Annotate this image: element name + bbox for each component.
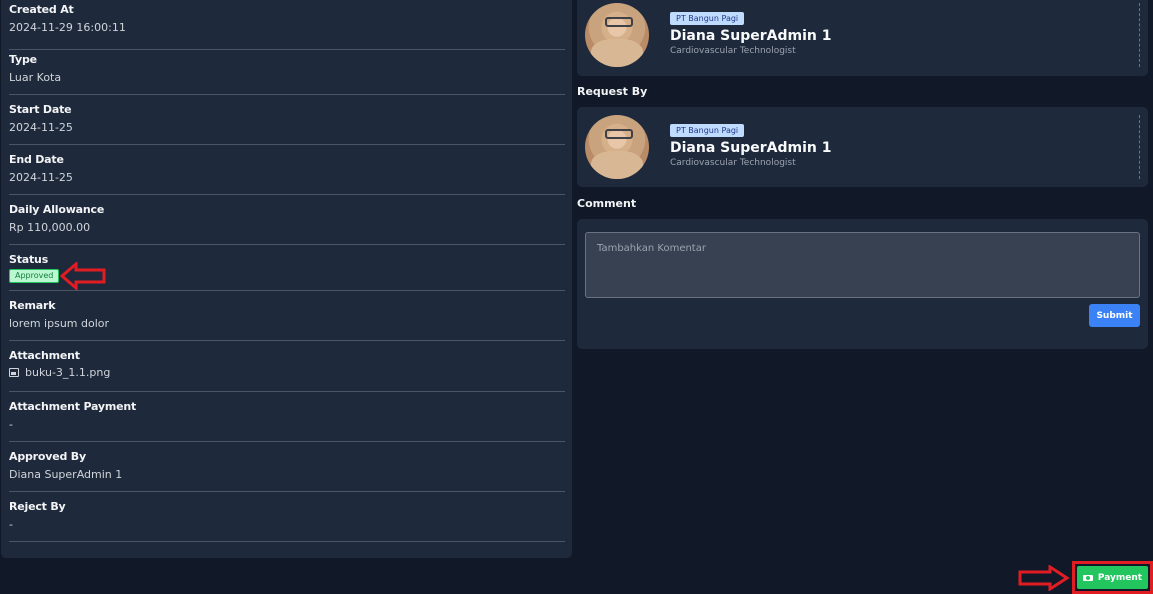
payment-button-label: Payment xyxy=(1097,572,1143,583)
field-value: - xyxy=(9,418,13,431)
field-label: Reject By xyxy=(9,500,66,513)
attachment-link[interactable]: buku-3_1.1.png xyxy=(9,366,110,379)
field-daily-allowance: Daily Allowance Rp 110,000.00 xyxy=(9,195,565,245)
field-label: Created At xyxy=(9,3,74,16)
field-attachment-payment: Attachment Payment - xyxy=(9,392,565,442)
avatar xyxy=(585,115,649,179)
field-end-date: End Date 2024-11-25 xyxy=(9,145,565,195)
field-value: Diana SuperAdmin 1 xyxy=(9,468,123,481)
comment-input[interactable] xyxy=(585,232,1140,298)
field-approved-by: Approved By Diana SuperAdmin 1 xyxy=(9,442,565,492)
field-start-date: Start Date 2024-11-25 xyxy=(9,95,565,145)
company-badge: PT Bangun Pagi xyxy=(670,124,745,137)
field-value: Luar Kota xyxy=(9,71,62,84)
attachment-filename[interactable]: buku-3_1.1.png xyxy=(25,366,110,379)
field-value: - xyxy=(9,518,13,531)
field-label: Approved By xyxy=(9,450,86,463)
field-reject-by: Reject By - xyxy=(9,492,565,542)
payment-button[interactable]: Payment xyxy=(1077,566,1148,589)
person-role: Cardiovascular Technologist xyxy=(670,46,796,56)
field-attachment: Attachment buku-3_1.1.png xyxy=(9,341,565,392)
person-name: Diana SuperAdmin 1 xyxy=(670,28,832,44)
request-by-title: Request By xyxy=(577,85,648,98)
field-label: End Date xyxy=(9,153,64,166)
field-type: Type Luar Kota xyxy=(9,45,565,95)
field-value: 2024-11-29 16:00:11 xyxy=(9,21,126,34)
field-label: Remark xyxy=(9,299,56,312)
field-label: Status xyxy=(9,253,49,266)
company-badge: PT Bangun Pagi xyxy=(670,12,745,25)
field-label: Attachment Payment xyxy=(9,400,137,413)
field-value: 2024-11-25 xyxy=(9,121,73,134)
request-by-card: PT Bangun Pagi Diana SuperAdmin 1 Cardio… xyxy=(577,107,1148,187)
field-value: 2024-11-25 xyxy=(9,171,73,184)
divider xyxy=(1139,115,1140,179)
person-name: Diana SuperAdmin 1 xyxy=(670,140,832,156)
cash-icon xyxy=(1082,574,1093,581)
field-value: lorem ipsum dolor xyxy=(9,317,110,330)
avatar xyxy=(585,3,649,67)
person-role: Cardiovascular Technologist xyxy=(670,158,796,168)
submit-button[interactable]: Submit xyxy=(1089,304,1140,327)
field-label: Attachment xyxy=(9,349,80,362)
field-label: Start Date xyxy=(9,103,72,116)
employee-card: PT Bangun Pagi Diana SuperAdmin 1 Cardio… xyxy=(577,0,1148,76)
field-value: Rp 110,000.00 xyxy=(9,221,91,234)
annotation-arrow-icon xyxy=(60,262,106,290)
image-file-icon xyxy=(9,368,19,377)
comment-title: Comment xyxy=(577,197,637,210)
divider xyxy=(1139,3,1140,67)
field-label: Daily Allowance xyxy=(9,203,105,216)
field-created-at: Created At 2024-11-29 16:00:11 xyxy=(9,0,565,50)
status-badge: Approved xyxy=(9,269,60,283)
field-label: Type xyxy=(9,53,37,66)
annotation-arrow-icon xyxy=(1018,565,1070,591)
field-remark: Remark lorem ipsum dolor xyxy=(9,291,565,341)
